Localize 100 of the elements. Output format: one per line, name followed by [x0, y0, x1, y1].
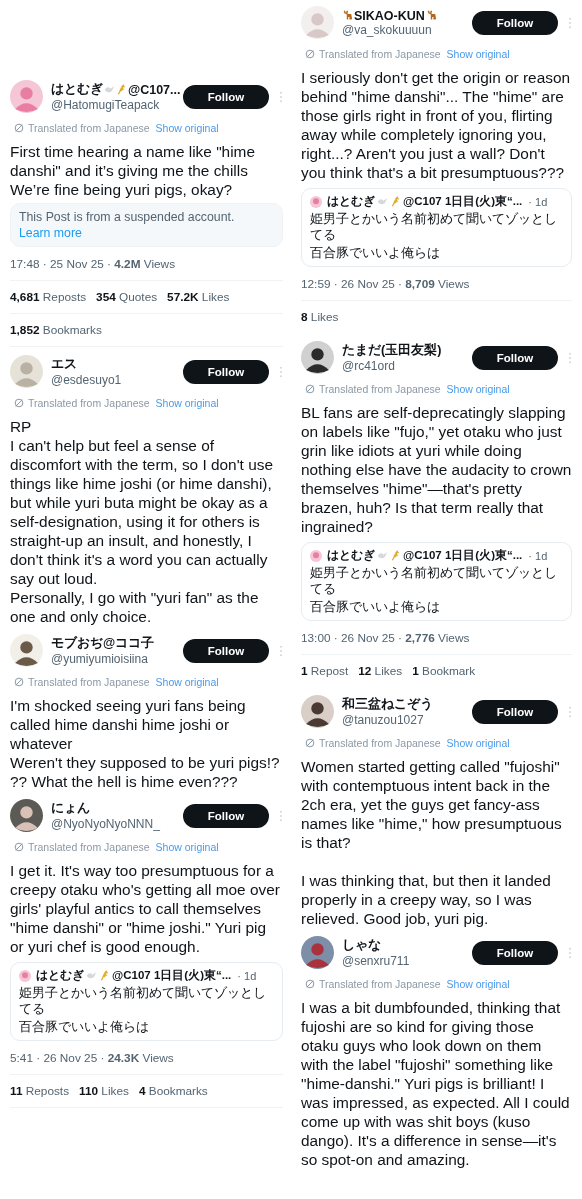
translate-icon	[14, 123, 24, 133]
follow-button[interactable]: Follow	[183, 803, 269, 828]
follow-button[interactable]: Follow	[183, 84, 269, 109]
translate-icon	[305, 979, 315, 989]
translate-icon	[305, 738, 315, 748]
avatar[interactable]	[10, 799, 43, 832]
post-text: I was a bit dumbfounded, thinking that fujoshi are so kind for giving those otaku guys who look down on them with the label "fujoshi" something like "hime-danshi." Yuri pigs is brilliant! I was impressed, as expected. All I could come up with was shit boys (kuso dango). It's a difference in sense—it's so spot-on and amazing.	[301, 998, 571, 1169]
bird-icon	[86, 970, 97, 981]
post-text: Weren't they supposed to be yuri pigs!? ?? What the hell is hime even???	[10, 753, 281, 791]
user-handle[interactable]: @esdesuyo1	[51, 373, 175, 387]
translate-icon	[14, 677, 24, 687]
post-age: · 1d	[528, 549, 548, 562]
stat-count[interactable]: 57.2K Likes	[167, 290, 230, 304]
post-age: · 1d	[528, 195, 548, 208]
user-handle[interactable]: @HatomugiTeapack	[51, 98, 175, 112]
quoted-post[interactable]: はとむぎ @C107 1日目(火)東“... · 1d 姫男子とかいう名前初めて聞いてゾッとしてる 百合豚でいいよ俺らは	[301, 188, 572, 267]
post-timestamp: 12:59 · 26 Nov 25 · 8,709 Views	[301, 277, 572, 301]
post-timestamp: 13:00 · 26 Nov 25 · 2,776 Views	[301, 631, 572, 655]
post-text: Women started getting called "fujoshi" with contemptuous intent back in the 2ch era, yet the guys get fancy-ass names like "hime," how presumptuous is that?	[301, 757, 563, 852]
avatar	[310, 195, 322, 208]
translation-label: Translated from Japanese	[319, 978, 441, 990]
user-handle[interactable]: @tanuzou1027	[342, 713, 464, 727]
user-handle[interactable]: @NyoNyoNyoNNN_	[51, 817, 175, 831]
translation-label: Translated from Japanese	[28, 676, 150, 688]
stat-count[interactable]: 8 Likes	[301, 310, 339, 324]
quoted-text: 姫男子とかいう名前初めて聞いてゾッとしてる	[310, 565, 558, 597]
translate-icon	[305, 384, 315, 394]
avatar	[19, 969, 31, 982]
post-text: I'm shocked seeing yuri fans being called hime danshi hime joshi or whatever	[10, 696, 247, 753]
stat-count[interactable]: 4 Bookmarks	[138, 1084, 208, 1098]
quoted-text: 百合豚でいいよ俺らは	[19, 1019, 150, 1035]
user-name[interactable]: はとむぎ	[51, 81, 103, 98]
avatar[interactable]	[301, 936, 334, 969]
deer-icon	[342, 10, 353, 21]
bird-icon	[377, 196, 388, 207]
avatar[interactable]	[10, 634, 43, 667]
wheat-icon	[99, 970, 110, 981]
user-name[interactable]: 和三盆ねこぞう	[342, 696, 433, 713]
user-name: はとむぎ	[327, 548, 375, 563]
avatar[interactable]	[301, 341, 334, 374]
user-name: @C107 1日目(火)東“...	[403, 548, 523, 563]
post-text: I can't help but feel a sense of discomfort with the term, so I don't use things like hime joshi (or hime danshi), but while yuri buta might be okay as a self-designation, using it for others is straight-up an insult, and honestly, I don't think it's a word you can actually say out loud.	[10, 436, 274, 588]
translation-label: Translated from Japanese	[28, 122, 150, 134]
quoted-text: 姫男子とかいう名前初めて聞いてゾッとしてる	[19, 985, 267, 1017]
follow-button[interactable]: Follow	[472, 345, 558, 370]
translation-label: Translated from Japanese	[28, 397, 150, 409]
stat-count[interactable]: 1 Repost	[301, 664, 349, 678]
user-name[interactable]: しゃな	[342, 937, 381, 954]
translation-label: Translated from Japanese	[319, 383, 441, 395]
quoted-text: 百合豚でいいよ俺らは	[310, 245, 441, 261]
post-timestamp: 17:48 · 25 Nov 25 · 4.2M Views	[10, 257, 283, 281]
stat-count[interactable]: 354 Quotes	[96, 290, 158, 304]
deer-icon	[425, 10, 437, 21]
stat-count[interactable]: 1 Bookmark	[412, 664, 476, 678]
bird-icon	[104, 84, 115, 95]
post-text: BL fans are self-deprecatingly slapping on labels like "fujo," yet otaku who just grin like idiots at yuri while doing nothing else have the audacity to crown themselves "hime"—that's pretty brazen, huh? Is that term really that ingrained?	[301, 403, 572, 536]
user-name[interactable]: SIKAO-KUN	[354, 8, 425, 23]
user-handle[interactable]: @va_skokuuuun	[342, 22, 464, 37]
translate-icon	[14, 398, 24, 408]
follow-button[interactable]: Follow	[472, 940, 558, 965]
quoted-post[interactable]: はとむぎ @C107 1日目(火)東“... · 1d 姫男子とかいう名前初めて聞いてゾッとしてる 百合豚でいいよ俺らは	[10, 962, 283, 1041]
user-name[interactable]: モブおぢ@ココ子	[51, 635, 155, 652]
user-name[interactable]: @C107...	[128, 82, 181, 97]
stat-count[interactable]: 1,852 Bookmarks	[10, 323, 102, 337]
post-age: · 1d	[237, 969, 257, 982]
wheat-icon	[390, 196, 401, 207]
follow-button[interactable]: Follow	[472, 699, 558, 724]
stat-count[interactable]: 110 Likes	[79, 1084, 129, 1098]
wheat-icon	[116, 84, 127, 95]
stat-count[interactable]: 4,681 Reposts	[10, 290, 87, 304]
follow-button[interactable]: Follow	[183, 638, 269, 663]
notice-text: This Post is from a suspended account. Learn more	[10, 203, 283, 247]
stat-count[interactable]: 11 Reposts	[10, 1084, 70, 1098]
post-text: First time hearing a name like "hime danshi" and it’s giving me the chills	[10, 142, 256, 180]
follow-button[interactable]: Follow	[183, 359, 269, 384]
avatar[interactable]	[301, 695, 334, 728]
user-name[interactable]: エス	[51, 356, 77, 373]
bird-icon	[377, 550, 388, 561]
translate-icon	[14, 842, 24, 852]
post-text: RP	[10, 417, 33, 436]
user-name: @C107 1日目(火)東“...	[112, 968, 232, 983]
user-handle[interactable]: @senxru711	[342, 954, 464, 968]
post-text: We’re fine being yuri pigs, okay?	[10, 180, 234, 199]
user-name: @C107 1日目(火)東“...	[403, 194, 523, 209]
user-handle[interactable]: @rc41ord	[342, 359, 464, 373]
wheat-icon	[390, 550, 401, 561]
translation-label: Translated from Japanese	[319, 48, 441, 60]
stat-count[interactable]: 12 Likes	[358, 664, 403, 678]
avatar	[310, 549, 322, 562]
quoted-post[interactable]: はとむぎ @C107 1日目(火)東“... · 1d 姫男子とかいう名前初めて聞いてゾッとしてる 百合豚でいいよ俺らは	[301, 542, 572, 621]
follow-button[interactable]: Follow	[472, 10, 558, 35]
translation-label: Translated from Japanese	[28, 841, 150, 853]
post-text: I seriously don't get the origin or reason behind "hime danshi"... The "hime" are those girls right in front of you, flirting away while completely ignoring you, right...? Aren't you just a wall? Don't you think that's a bit presumptuous???	[301, 68, 571, 182]
user-handle[interactable]: @yumiyumioisiina	[51, 652, 175, 666]
post-timestamp: 5:41 · 26 Nov 25 · 24.3K Views	[10, 1051, 283, 1075]
quoted-text: 姫男子とかいう名前初めて聞いてゾッとしてる	[310, 211, 558, 243]
translation-label: Translated from Japanese	[319, 737, 441, 749]
quoted-text: 百合豚でいいよ俺らは	[310, 599, 441, 615]
user-name[interactable]: たまだ(玉田友梨)	[342, 342, 442, 359]
user-name[interactable]: にょん	[51, 800, 90, 817]
